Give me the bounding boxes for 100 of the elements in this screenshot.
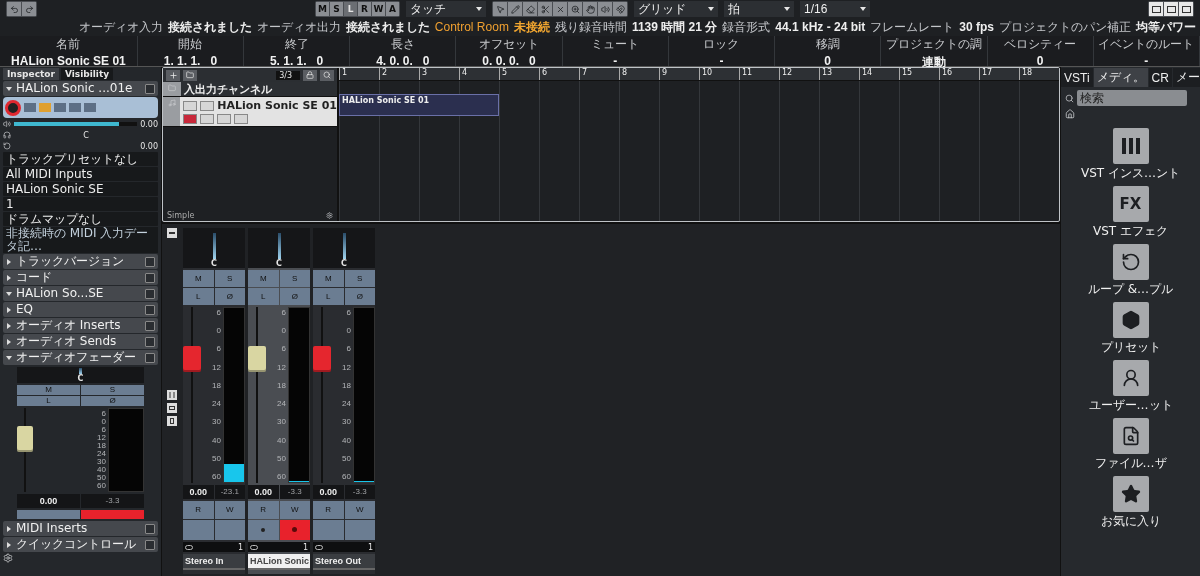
- pan-display[interactable]: C: [17, 367, 144, 383]
- volume-slider[interactable]: [14, 122, 138, 126]
- media-tab[interactable]: VSTi: [1061, 68, 1093, 87]
- channel-toggle[interactable]: M: [313, 270, 344, 287]
- inspector-section-header[interactable]: トラックバージョン: [3, 254, 158, 269]
- instrument-track[interactable]: HALion Sonic SE 01: [163, 97, 337, 127]
- midi-output-selector[interactable]: HALion Sonic SE: [3, 182, 158, 196]
- media-tile-button[interactable]: [1112, 244, 1149, 280]
- quantize-dropdown[interactable]: 1/16: [800, 1, 870, 17]
- collapsed-triangle-icon[interactable]: [6, 525, 12, 532]
- midi-input-selector[interactable]: All MIDI Inputs: [3, 167, 158, 181]
- channel-toggle[interactable]: L: [17, 396, 80, 406]
- undo-button[interactable]: [7, 2, 21, 16]
- pan-display[interactable]: C: [313, 228, 375, 268]
- read-button[interactable]: [217, 114, 232, 124]
- hand-tool-button[interactable]: [583, 2, 597, 16]
- inspector-section-header[interactable]: EQ: [3, 302, 158, 317]
- channel-toggle[interactable]: S: [279, 270, 310, 287]
- expanded-triangle-icon[interactable]: [6, 354, 12, 361]
- info-value[interactable]: 連動: [921, 54, 946, 71]
- settings-icon[interactable]: [3, 553, 13, 563]
- info-value[interactable]: -: [719, 54, 724, 68]
- search-field[interactable]: 検索: [1077, 90, 1187, 106]
- info-value[interactable]: 1. 1. 1. 0: [163, 54, 218, 68]
- expanded-triangle-icon[interactable]: [6, 85, 12, 92]
- automation-toggle[interactable]: W: [372, 2, 385, 16]
- channel-toggle[interactable]: Ø: [344, 288, 375, 305]
- channel-toggle[interactable]: Ø: [81, 396, 144, 406]
- media-tile-button[interactable]: [1112, 476, 1149, 512]
- settings-icon[interactable]: [326, 211, 333, 219]
- info-value[interactable]: -: [1144, 54, 1149, 68]
- channel-toggle[interactable]: Ø: [279, 288, 310, 305]
- search-button[interactable]: [320, 69, 334, 81]
- record-button[interactable]: [183, 114, 198, 124]
- channel-name[interactable]: HALion Sonic: [248, 554, 310, 570]
- collapsed-triangle-icon[interactable]: [6, 338, 12, 345]
- solo-button[interactable]: [200, 100, 215, 111]
- automation-toggle[interactable]: W: [279, 501, 310, 519]
- cross-tool-button[interactable]: [553, 2, 567, 16]
- mixer-channel[interactable]: C M S L Ø 6 0 6 12 18 24 30 40 50 60 0.00 -3.3 R W 1 Stereo Out: [313, 228, 375, 574]
- mixer-channel[interactable]: C M S L Ø 6 0 6 12 18 24 30 40 50 60 0.00 -23.1 R W 1 Stereo In: [183, 228, 245, 574]
- channel-name[interactable]: Stereo Out: [313, 554, 375, 570]
- channel-toggle[interactable]: M: [183, 270, 214, 287]
- zoom-tool-button[interactable]: [568, 2, 582, 16]
- media-tab[interactable]: メディ。: [1093, 68, 1148, 87]
- pan-display[interactable]: C: [183, 228, 245, 268]
- pan-value[interactable]: C: [83, 130, 89, 140]
- channel-toggle[interactable]: L: [248, 288, 279, 305]
- inspector-tab[interactable]: Visibility: [60, 68, 114, 80]
- automation-toggle[interactable]: W: [214, 501, 245, 519]
- inspector-section-header[interactable]: コード: [3, 270, 158, 285]
- media-tile-button[interactable]: FX: [1112, 186, 1149, 222]
- inspector-section-header[interactable]: HALion So...SE: [3, 286, 158, 301]
- inspector-section-header[interactable]: オーディオフェーダー: [3, 350, 158, 365]
- media-tile-button[interactable]: [1112, 302, 1149, 338]
- media-tab[interactable]: CR: [1148, 68, 1172, 87]
- channel-toggle[interactable]: L: [313, 288, 344, 305]
- automation-toggle[interactable]: M: [316, 2, 329, 16]
- media-tile-button[interactable]: [1112, 418, 1149, 454]
- mute-button[interactable]: [183, 100, 198, 111]
- channel-toggle[interactable]: L: [183, 288, 214, 305]
- info-value[interactable]: 0: [824, 54, 832, 68]
- fader-handle[interactable]: [313, 345, 331, 372]
- media-tab[interactable]: メー: [1172, 68, 1200, 87]
- window-layout-button[interactable]: [1179, 2, 1193, 16]
- collapsed-triangle-icon[interactable]: [6, 541, 12, 548]
- eraser-tool-button[interactable]: [523, 2, 537, 16]
- media-tile-button[interactable]: [1112, 360, 1149, 396]
- folder-button[interactable]: [183, 69, 197, 81]
- mixer-channel[interactable]: C M S L Ø 6 0 6 12 18 24 30 40 50 60 0.00 -3.3 R W 1 HALion Sonic: [248, 228, 310, 574]
- channel-toggle[interactable]: S: [81, 385, 144, 395]
- fader-handle[interactable]: [248, 345, 266, 372]
- automation-toggle[interactable]: W: [344, 501, 375, 519]
- channel-toggle[interactable]: Ø: [214, 288, 245, 305]
- midi-event[interactable]: HALion Sonic SE 01: [339, 94, 499, 116]
- automation-toggle[interactable]: S: [330, 2, 343, 16]
- automation-toggle[interactable]: A: [386, 2, 399, 16]
- midi-channel-selector[interactable]: 1: [3, 197, 158, 211]
- channel-toggle[interactable]: M: [17, 385, 80, 395]
- meter-button[interactable]: [167, 415, 177, 426]
- pan-display[interactable]: C: [248, 228, 310, 268]
- info-value[interactable]: 0. 0. 0. 0: [482, 54, 536, 68]
- folder-track[interactable]: 入出力チャンネル: [163, 82, 337, 97]
- snap-type-dropdown[interactable]: グリッド: [634, 1, 718, 17]
- collapse-button[interactable]: [167, 228, 177, 238]
- channel-toggle[interactable]: M: [248, 270, 279, 287]
- info-value[interactable]: 0: [1036, 54, 1044, 68]
- inspector-section-header[interactable]: クイックコントロール: [3, 537, 158, 552]
- speaker-tool-button[interactable]: [598, 2, 612, 16]
- channel-toggle[interactable]: S: [214, 270, 245, 287]
- info-value[interactable]: HALion Sonic SE 01: [11, 54, 126, 68]
- redo-button[interactable]: [22, 2, 36, 16]
- inspector-tab[interactable]: Inspector: [3, 68, 59, 80]
- preset-selector[interactable]: トラックプリセットなし: [3, 152, 158, 166]
- media-tile-button[interactable]: [1112, 128, 1149, 164]
- monitor-button[interactable]: [200, 114, 215, 124]
- scissors-tool-button[interactable]: [538, 2, 552, 16]
- inspector-section-header[interactable]: オーディオ Inserts: [3, 318, 158, 333]
- channel-name[interactable]: Stereo In: [183, 554, 245, 570]
- write-button[interactable]: [234, 114, 249, 124]
